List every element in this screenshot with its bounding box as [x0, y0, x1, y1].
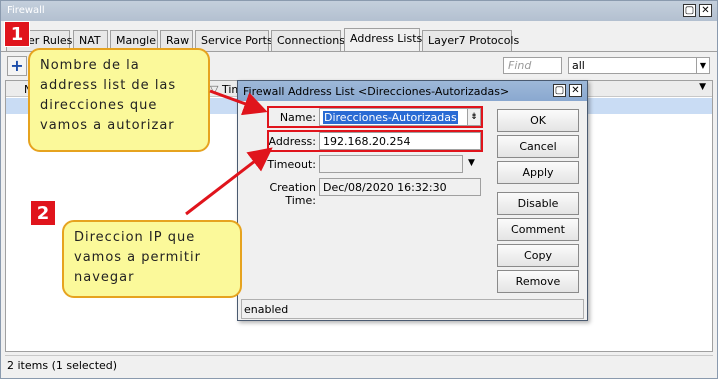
window-title-bar: Firewall ▢ ✕: [1, 1, 717, 21]
remove-button[interactable]: Remove: [497, 270, 579, 293]
tab-address-lists[interactable]: Address Lists: [344, 28, 422, 52]
copy-button[interactable]: Copy: [497, 244, 579, 267]
dialog-title-bar: Firewall Address List <Direcciones-Autor…: [238, 81, 587, 101]
badge-2: 2: [30, 200, 56, 226]
tab-connections[interactable]: Connections: [271, 30, 345, 51]
restore-icon[interactable]: ▢: [683, 4, 696, 17]
dialog-close-icon[interactable]: ✕: [569, 84, 582, 97]
filter-value: all: [572, 59, 585, 72]
chevron-down-icon[interactable]: ▼: [696, 58, 709, 73]
cancel-button[interactable]: Cancel: [497, 135, 579, 158]
dialog-restore-icon[interactable]: ▢: [553, 84, 566, 97]
note-name: Nombre de la address list de las direcci…: [28, 48, 210, 152]
dialog-title: Firewall Address List <Direcciones-Autor…: [243, 85, 510, 98]
close-icon[interactable]: ✕: [699, 4, 712, 17]
name-highlight-box: [267, 106, 483, 128]
apply-button[interactable]: Apply: [497, 161, 579, 184]
status-bar: 2 items (1 selected): [5, 355, 713, 375]
sort-icon: ▽: [210, 83, 219, 96]
disable-button[interactable]: Disable: [497, 192, 579, 215]
address-highlight-box: [267, 130, 483, 152]
filter-select[interactable]: all ▼: [568, 57, 710, 74]
dialog-status-bar: enabled: [241, 299, 584, 319]
add-icon[interactable]: +: [7, 56, 27, 76]
tab-service-ports[interactable]: Service Ports: [195, 30, 273, 51]
find-input[interactable]: Find: [503, 57, 562, 74]
creation-time-field: Dec/08/2020 16:32:30: [319, 178, 481, 196]
tab-layer7-protocols[interactable]: Layer7 Protocols: [422, 30, 519, 51]
timeout-field[interactable]: [319, 155, 463, 173]
ok-button[interactable]: OK: [497, 109, 579, 132]
timeout-dropdown-icon[interactable]: ▼: [468, 158, 475, 168]
badge-1: 1: [4, 21, 30, 47]
comment-button[interactable]: Comment: [497, 218, 579, 241]
creation-time-label: Creation Time:: [269, 181, 316, 207]
note-address: Direccion IP que vamos a permitir navega…: [62, 220, 242, 298]
timeout-label: Timeout:: [267, 158, 316, 171]
columns-menu-icon[interactable]: ▼: [699, 82, 706, 92]
window-title: Firewall: [7, 5, 45, 16]
